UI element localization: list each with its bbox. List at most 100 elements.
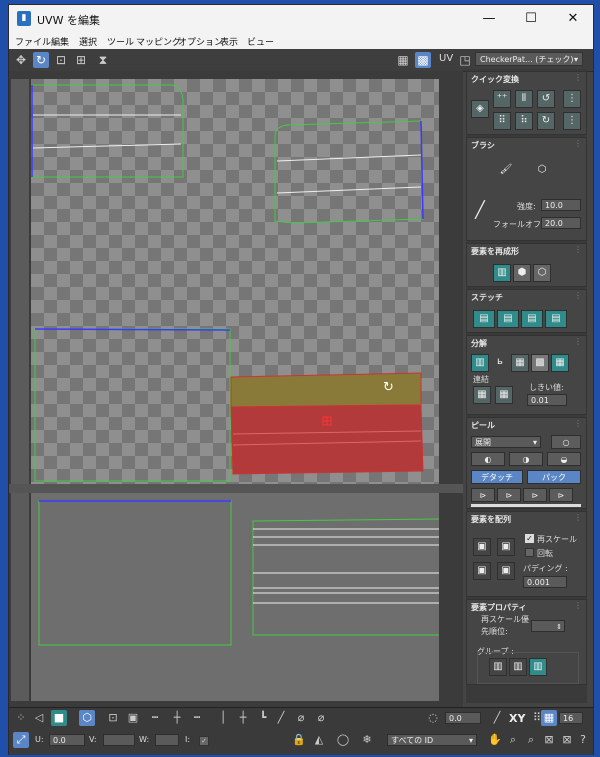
scale-icon[interactable]: ⊡ [53, 52, 69, 68]
grid-field[interactable]: 16 [559, 712, 583, 724]
rescale-checkbox[interactable]: ✓ [525, 534, 534, 543]
shrink-select-icon[interactable]: ┅ [147, 710, 163, 726]
weld-selected-icon[interactable]: ▦ [473, 386, 491, 404]
freeform-icon[interactable]: ⊞ [73, 52, 89, 68]
break-icon[interactable]: ▥ [471, 354, 489, 372]
align-horizontal-icon[interactable]: ⁺⁺ [493, 90, 511, 108]
group-select-icon[interactable]: ▥ [529, 658, 547, 676]
priority-spinner[interactable]: ⇕ [531, 620, 565, 632]
material-id-select[interactable]: すべての ID ▾ [387, 734, 477, 746]
w-field[interactable] [155, 734, 179, 746]
checker-display-icon[interactable]: ▩ [415, 52, 431, 68]
rotate-cw-icon[interactable]: ↻ [537, 112, 555, 130]
break-edge-icon[interactable]: ь [491, 354, 509, 372]
grow-select-icon[interactable]: ▣ [125, 710, 141, 726]
align-extra2-icon[interactable]: ⋮ [563, 112, 581, 130]
pin-toggle-icon[interactable]: ⊳ [549, 488, 573, 502]
pin-select-icon[interactable]: ┗ [255, 710, 271, 726]
stitch-custom-icon[interactable]: ▤ [545, 310, 567, 328]
paint-shrink-icon[interactable]: ⌀ [313, 710, 329, 726]
maximize-button[interactable]: ☐ [511, 5, 551, 33]
isolate-icon[interactable]: ◯ [335, 732, 351, 748]
strength-field[interactable]: 10.0 [541, 199, 581, 211]
angle-snap-icon[interactable]: ◌ [425, 710, 441, 726]
rotate-icon[interactable]: ↻ [33, 52, 49, 68]
grid-snap-icon[interactable]: ▦ [541, 710, 557, 726]
menu-select[interactable]: 選択 [79, 35, 97, 48]
pin-add-icon[interactable]: ⊳ [497, 488, 521, 502]
xy-label[interactable]: XY [509, 712, 525, 725]
detach-button[interactable]: デタッチ [471, 470, 523, 484]
group-remove-icon[interactable]: ▥ [509, 658, 527, 676]
checker-toggle-icon[interactable]: ▦ [395, 52, 411, 68]
group-add-icon[interactable]: ▥ [489, 658, 507, 676]
u-field[interactable]: 0.0 [49, 734, 85, 746]
freeze-icon[interactable]: ❄ [359, 732, 375, 748]
pan-icon[interactable]: ✋ [487, 732, 503, 748]
snap-icon[interactable]: ┼ [235, 710, 251, 726]
hide-icon[interactable]: ◭ [311, 732, 327, 748]
menu-file[interactable]: ファイル [15, 35, 51, 48]
falloff-field[interactable]: 20.0 [541, 217, 581, 229]
rotate-ccw-icon[interactable]: ↺ [537, 90, 555, 108]
lock-icon[interactable]: 🔒 [291, 732, 307, 748]
menu-mapping[interactable]: マッピング [136, 35, 181, 48]
pack-rescale-icon[interactable]: ▣ [497, 562, 515, 580]
pack-normalize-icon[interactable]: ▣ [497, 538, 515, 556]
uv-checker-area[interactable]: ↻ [31, 79, 439, 484]
menu-tools[interactable]: ツール [107, 35, 134, 48]
uv-viewport[interactable]: ↻ [9, 71, 463, 707]
paint-grow-icon[interactable]: ⌀ [293, 710, 309, 726]
mirror-icon[interactable]: ⧗ [95, 52, 111, 68]
straighten-icon[interactable]: ▥ [493, 264, 511, 282]
explode-extra-icon[interactable]: ▦ [551, 354, 569, 372]
peel-pin-icon[interactable]: ◒ [547, 452, 581, 466]
pin-icon[interactable]: ⊳ [471, 488, 495, 502]
element-mode-icon[interactable]: ⬡ [79, 710, 95, 726]
zoom-extents-icon[interactable]: ⊠ [541, 732, 557, 748]
i-checkbox[interactable]: ✓ [199, 736, 209, 746]
uv-lower-area[interactable] [31, 493, 439, 701]
zoom-selected-icon[interactable]: ⊠ [559, 732, 575, 748]
pack-custom-icon[interactable]: ▣ [473, 538, 491, 556]
uvw-icon[interactable]: ◳ [457, 52, 473, 68]
relax-cube-icon[interactable]: ⬡ [533, 264, 551, 282]
move-icon[interactable]: ✥ [13, 52, 29, 68]
menu-options[interactable]: オプション [178, 35, 223, 48]
pack-button[interactable]: パック [527, 470, 581, 484]
select-by-element-icon[interactable]: ⊡ [105, 710, 121, 726]
padding-field[interactable]: 0.001 [523, 576, 567, 588]
detach-icon[interactable]: ▦ [511, 354, 529, 372]
line-icon[interactable]: ╱ [489, 710, 505, 726]
weld-target-icon[interactable]: ▦ [495, 386, 513, 404]
uv-coord-icon[interactable]: ⤢ [13, 732, 29, 748]
align-vertical-icon[interactable]: ⦀ [515, 90, 533, 108]
peel-mode-select[interactable]: 展開 ▾ [471, 436, 541, 448]
face-mode-icon[interactable]: ■ [51, 710, 67, 726]
viewport-splitter[interactable] [9, 484, 463, 493]
selected-uv-island[interactable] [230, 404, 424, 475]
texture-select[interactable]: CheckerPat... (チェック) ▾ [475, 52, 583, 66]
v-field[interactable] [103, 734, 135, 746]
falloff-line-icon[interactable]: ╱ [469, 202, 491, 230]
peel-lscm-icon[interactable]: ◑ [509, 452, 543, 466]
cube-brush-icon[interactable]: ⬡ [531, 162, 553, 184]
pin-remove-icon[interactable]: ⊳ [523, 488, 547, 502]
angle-field[interactable]: 0.0 [445, 712, 481, 724]
ring-select-icon[interactable]: ┅ [189, 710, 205, 726]
zoom-icon[interactable]: ⌕ [505, 732, 521, 748]
pivot-align-icon[interactable]: ◈ [471, 100, 489, 118]
vertex-mode-icon[interactable]: ⁘ [13, 710, 29, 726]
loop-select-icon[interactable]: ┼ [169, 710, 185, 726]
paint-brush-icon[interactable]: 🖌 [495, 162, 517, 184]
minimize-button[interactable]: — [469, 5, 509, 33]
stitch-average-icon[interactable]: ▤ [497, 310, 519, 328]
menu-display[interactable]: 表示 [220, 35, 238, 48]
rotate-gizmo-icon[interactable]: ↻ [383, 380, 394, 395]
pack-together-icon[interactable]: ▣ [473, 562, 491, 580]
space-horizontal-icon[interactable]: ⠿ [493, 112, 511, 130]
peel-quick-icon[interactable]: ◐ [471, 452, 505, 466]
flatten-icon[interactable]: ▩ [531, 354, 549, 372]
zoom-region-icon[interactable]: ⌕ [523, 732, 539, 748]
help-icon[interactable]: ? [575, 732, 591, 748]
